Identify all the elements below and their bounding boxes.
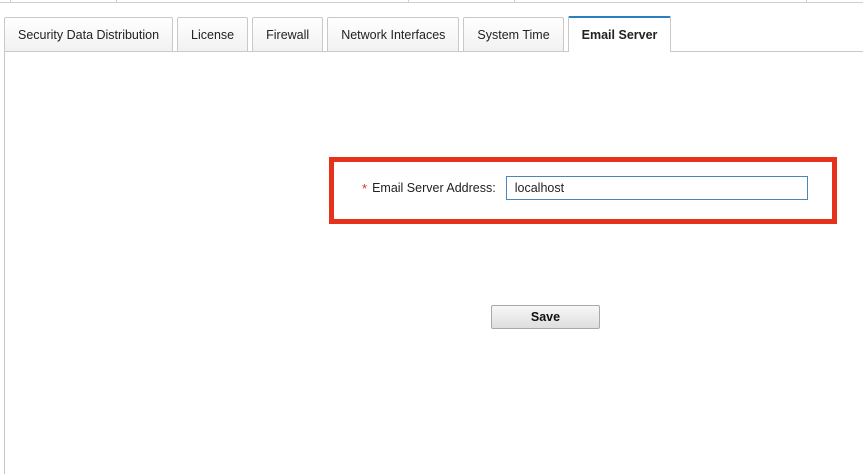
tab-license[interactable]: License [177,17,249,52]
tab-network-interfaces[interactable]: Network Interfaces [327,17,460,52]
tab-label: Security Data Distribution [18,28,160,42]
email-server-label: Email Server Address: [372,181,496,195]
table-divider [408,0,409,3]
save-button[interactable]: Save [491,305,600,329]
table-divider [514,0,515,3]
tab-label: Email Server [581,28,658,42]
tab-system-time[interactable]: System Time [463,17,564,52]
email-server-address-input[interactable] [505,176,808,200]
tab-label: System Time [477,28,550,42]
required-marker: * [362,180,368,196]
table-divider [116,0,117,3]
table-divider [806,0,807,3]
tab-label: License [191,28,235,42]
tab-security-data-distribution[interactable]: Security Data Distribution [4,17,174,52]
email-server-field-row: * Email Server Address: [362,175,808,201]
tab-label: Firewall [266,28,310,42]
top-table-edge [0,0,863,3]
email-server-panel [4,51,863,474]
settings-page: Security Data Distribution License Firew… [0,0,863,474]
table-divider [10,0,11,3]
tab-label: Network Interfaces [341,28,446,42]
tab-firewall[interactable]: Firewall [252,17,324,52]
tab-email-server[interactable]: Email Server [567,16,672,52]
settings-tabbar: Security Data Distribution License Firew… [4,16,675,52]
